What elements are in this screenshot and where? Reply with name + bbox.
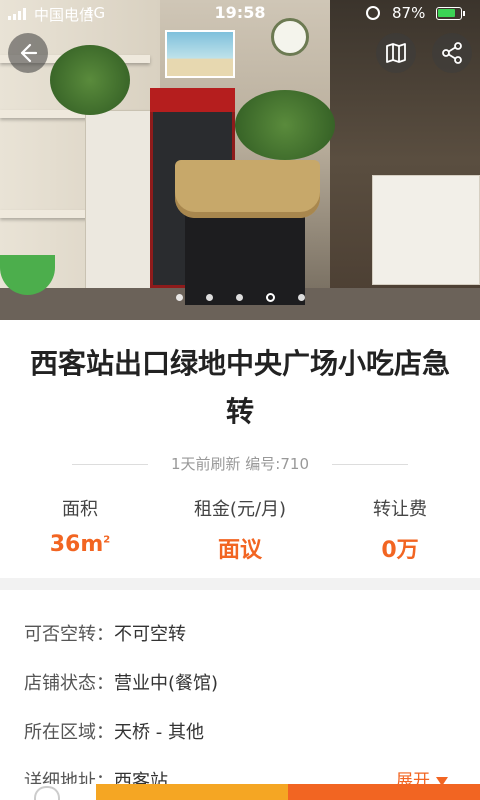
area-value: 36m [49,532,104,557]
carousel-dot[interactable] [297,294,305,301]
listing-meta: 1天前刷新 编号:710 [0,453,480,475]
carousel-dot[interactable] [235,294,243,301]
detail-key: 所在区域： [24,722,114,743]
photo-plant [235,90,335,160]
photo-counter [372,175,480,285]
detail-row: 可否空转：不可空转 [24,612,464,661]
photo-basket [175,160,320,218]
battery-percent: 87% [392,4,426,22]
section-separator [0,578,480,590]
detail-key: 店铺状态： [24,673,114,694]
stat-value: 36m2 [0,532,160,557]
photo-cabinet [85,110,155,300]
battery-icon [436,7,465,20]
contact-button[interactable] [96,784,288,800]
detail-list: 可否空转：不可空转 店铺状态：营业中(餐馆) 所在区域：天桥 - 其他 详细地址… [24,612,464,800]
share-button[interactable] [432,33,472,73]
stat-value: 0万 [381,538,419,563]
map-icon [386,43,406,63]
area-unit-superscript: 2 [103,534,111,546]
detail-value: 天桥 - 其他 [114,722,204,743]
share-icon [442,42,462,64]
photo-stand [185,215,305,305]
refresh-and-id: 1天前刷新 编号:710 [171,455,309,473]
stat-area: 面积 36m2 [0,496,160,566]
detail-key: 可否空转： [24,624,114,645]
listing-title: 西客站出口绿地中央广场小吃店急转 [29,347,450,428]
carousel-dot[interactable] [205,294,213,301]
detail-row: 所在区域：天桥 - 其他 [24,710,464,759]
call-button[interactable] [288,784,480,800]
bottom-action-bar [0,784,480,800]
key-stats: 面积 36m2 租金(元/月) 面议 转让费 0万 [0,496,480,566]
map-button[interactable] [376,33,416,73]
carousel-indicator [0,293,480,306]
carousel-dot-active[interactable] [265,293,275,302]
photo-fridge-sign [150,88,235,112]
carousel-dot[interactable] [175,294,183,301]
orientation-lock-icon [366,6,380,20]
divider [332,464,408,465]
stat-label: 租金(元/月) [193,499,287,520]
stat-label: 转让费 [373,499,427,520]
back-arrow-icon [20,43,38,63]
stat-transfer-fee: 转让费 0万 [320,496,480,566]
photo-painting [165,30,235,78]
stat-label: 面积 [62,499,98,520]
detail-row: 店铺状态：营业中(餐馆) [24,661,464,710]
favorite-icon[interactable] [34,786,60,800]
photo-plant [50,45,130,115]
status-bar: 中国电信 4G 19:58 87% [0,0,480,26]
stat-value: 面议 [217,538,262,563]
detail-value: 营业中(餐馆) [114,673,219,694]
detail-value: 不可空转 [114,624,186,645]
stat-rent: 租金(元/月) 面议 [160,496,320,566]
back-button[interactable] [8,33,48,73]
